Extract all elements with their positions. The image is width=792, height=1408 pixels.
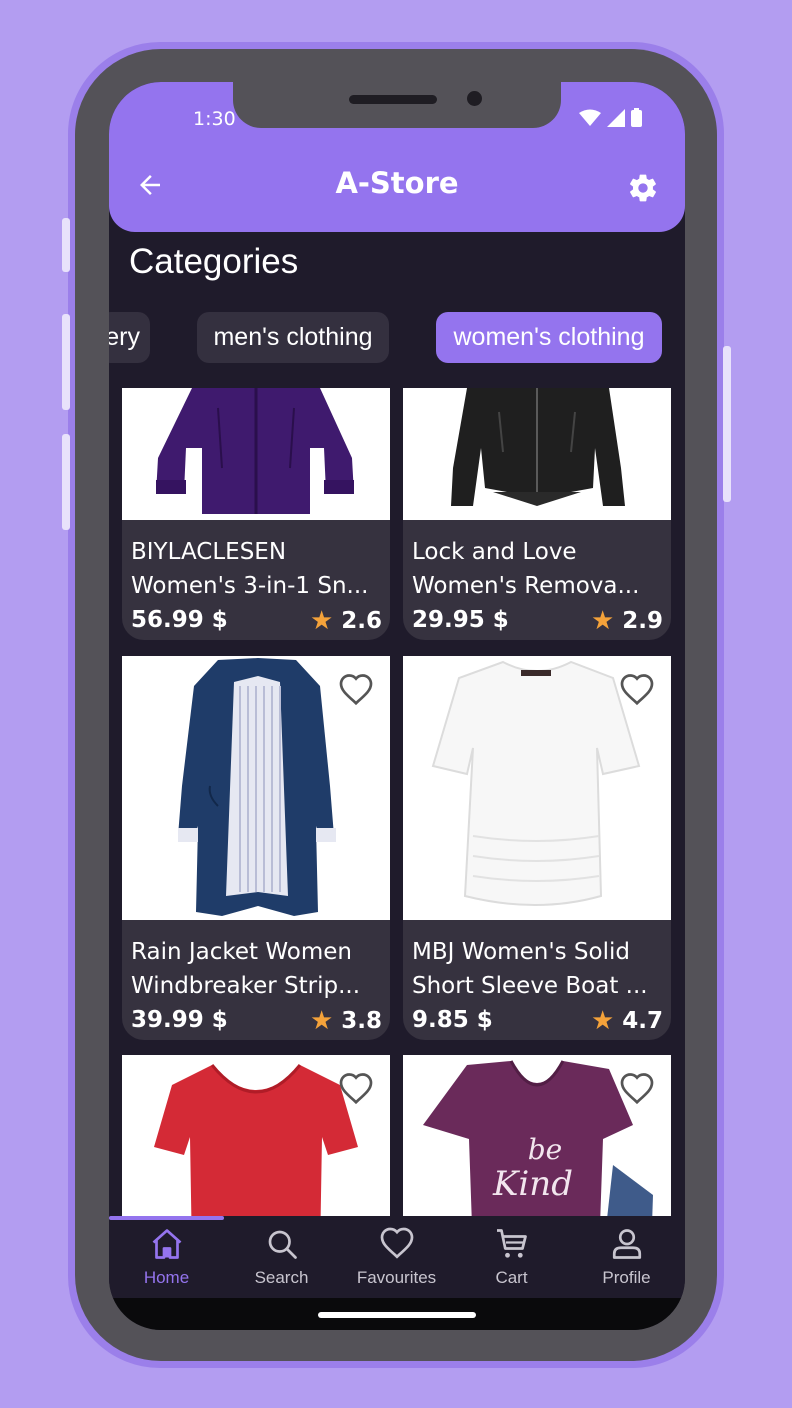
product-name-line2: Women's Remova... <box>412 573 640 599</box>
product-name-line1: Lock and Love <box>412 539 577 565</box>
product-name-line2: Short Sleeve Boat ... <box>412 973 648 999</box>
product-price: 29.95 $ <box>412 607 509 633</box>
favorite-heart-icon[interactable] <box>338 672 374 706</box>
product-card[interactable]: Lock and Love Women's Remova... 29.95 $ … <box>403 388 671 640</box>
product-image <box>122 388 390 520</box>
nav-item-profile[interactable]: Profile <box>569 1226 684 1288</box>
phone-side-button <box>723 346 731 502</box>
product-name: Rain Jacket Women Windbreaker Strip... <box>131 935 383 1003</box>
product-price: 39.99 $ <box>131 1007 228 1033</box>
rating-value: 3.8 <box>341 1008 382 1034</box>
product-price: 56.99 $ <box>131 607 228 633</box>
category-chip-jewelery[interactable]: ery <box>109 312 150 363</box>
product-card[interactable]: Rain Jacket Women Windbreaker Strip... 3… <box>122 656 390 1040</box>
product-name: BIYLACLESEN Women's 3-in-1 Sn... <box>131 535 383 603</box>
purple-jacket-image <box>156 388 354 514</box>
product-name-line1: Rain Jacket Women <box>131 939 352 965</box>
chip-label: men's clothing <box>213 323 373 351</box>
star-icon: ★ <box>309 606 334 636</box>
home-gesture-bar[interactable] <box>318 1312 476 1318</box>
tshirt-print-text: be <box>528 1133 563 1166</box>
product-card[interactable]: be Kind <box>403 1055 671 1216</box>
product-rating: ★ 2.9 <box>591 606 663 636</box>
star-icon: ★ <box>309 1006 334 1036</box>
nav-item-favourites[interactable]: Favourites <box>339 1226 454 1288</box>
nav-label: Home <box>143 1268 190 1287</box>
status-time: 1:30 <box>193 108 236 130</box>
favorite-heart-icon[interactable] <box>619 1071 655 1105</box>
rating-value: 2.6 <box>341 608 382 634</box>
nav-item-home[interactable]: Home <box>109 1226 224 1288</box>
product-card[interactable]: BIYLACLESEN Women's 3-in-1 Sn... 56.99 $… <box>122 388 390 640</box>
phone-side-button <box>62 218 70 272</box>
home-icon <box>152 1229 181 1259</box>
category-chip-womens-clothing[interactable]: women's clothing <box>436 312 662 363</box>
product-image <box>403 388 671 520</box>
bottom-navigation: Home Search Favourites Cart Profile <box>109 1216 685 1298</box>
product-name-line1: BIYLACLESEN <box>131 539 287 565</box>
product-name-line1: MBJ Women's Solid <box>412 939 630 965</box>
signal-icon <box>607 108 625 127</box>
tshirt-print-text: Kind <box>492 1164 573 1204</box>
product-price: 9.85 $ <box>412 1007 493 1033</box>
product-image: be Kind <box>403 1055 671 1216</box>
product-image <box>122 656 390 920</box>
heart-icon <box>380 1227 413 1259</box>
search-icon <box>268 1230 297 1259</box>
battery-icon <box>631 108 642 127</box>
product-image <box>122 1055 390 1216</box>
product-card[interactable] <box>122 1055 390 1216</box>
chip-label: ery <box>109 323 140 351</box>
app-bar: 1:30 A-Store <box>109 82 685 232</box>
chip-label: women's clothing <box>453 323 645 351</box>
product-rating: ★ 2.6 <box>310 606 382 636</box>
black-leather-jacket-image <box>451 388 625 506</box>
nav-label: Profile <box>602 1268 651 1287</box>
rating-value: 4.7 <box>622 1008 663 1034</box>
product-card[interactable]: MBJ Women's Solid Short Sleeve Boat ... … <box>403 656 671 1040</box>
product-name: MBJ Women's Solid Short Sleeve Boat ... <box>412 935 664 1003</box>
product-grid: BIYLACLESEN Women's 3-in-1 Sn... 56.99 $… <box>109 388 685 1216</box>
nav-item-cart[interactable]: Cart <box>454 1226 569 1288</box>
gear-icon[interactable] <box>627 172 659 204</box>
speaker-slot <box>349 95 437 104</box>
star-icon: ★ <box>590 606 615 636</box>
categories-heading: Categories <box>129 242 299 281</box>
category-chip-mens-clothing[interactable]: men's clothing <box>197 312 389 363</box>
wifi-icon <box>579 109 601 126</box>
nav-label: Favourites <box>356 1268 437 1287</box>
phone-side-button <box>62 434 70 530</box>
status-icons <box>579 108 642 127</box>
front-camera <box>467 91 482 106</box>
product-name-line2: Windbreaker Strip... <box>131 973 361 999</box>
favorite-heart-icon[interactable] <box>619 672 655 706</box>
system-gesture-area <box>109 1298 685 1330</box>
active-tab-indicator <box>109 1216 224 1220</box>
rating-value: 2.9 <box>622 608 663 634</box>
product-rating: ★ 4.7 <box>591 1006 663 1036</box>
cart-icon <box>496 1229 527 1258</box>
star-icon: ★ <box>590 1006 615 1036</box>
camera-notch <box>233 82 561 128</box>
product-rating: ★ 3.8 <box>310 1006 382 1036</box>
profile-icon <box>612 1229 641 1259</box>
phone-screen: 1:30 A-Store Categories ery men's clothi… <box>109 82 685 1330</box>
phone-side-button <box>62 314 70 410</box>
product-name-line2: Women's 3-in-1 Sn... <box>131 573 369 599</box>
nav-item-search[interactable]: Search <box>224 1226 339 1288</box>
product-name: Lock and Love Women's Remova... <box>412 535 664 603</box>
product-image <box>403 656 671 920</box>
nav-label: Cart <box>495 1268 528 1287</box>
app-title: A-Store <box>335 166 459 200</box>
favorite-heart-icon[interactable] <box>338 1071 374 1105</box>
nav-label: Search <box>254 1268 309 1287</box>
